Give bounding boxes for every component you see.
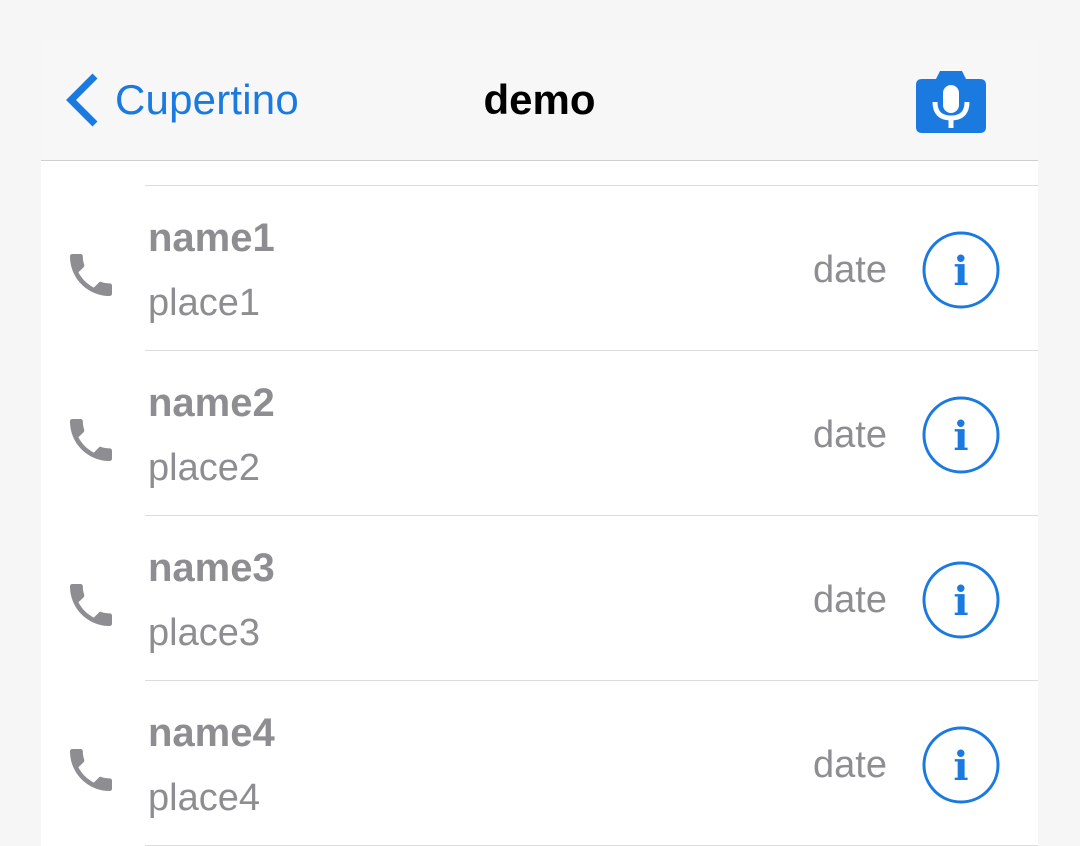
list-item[interactable]: name3 place3 date i: [70, 516, 1038, 681]
page-title: demo: [483, 76, 596, 123]
call-list: name1 place1 date i name2 place2 date i: [41, 161, 1038, 846]
contact-name: name2: [148, 381, 275, 425]
svg-text:i: i: [953, 578, 968, 625]
call-date: date: [813, 414, 887, 456]
contact-name: name4: [148, 711, 275, 755]
info-icon: i: [922, 726, 1000, 804]
list-item[interactable]: name1 place1 date i: [70, 186, 1038, 351]
svg-text:i: i: [953, 248, 968, 295]
contact-name: name3: [148, 546, 275, 590]
info-button[interactable]: i: [921, 230, 1001, 310]
list-top-separator: [145, 161, 1038, 186]
svg-text:i: i: [953, 413, 968, 460]
call-date: date: [813, 579, 887, 621]
list-item[interactable]: name2 place2 date i: [70, 351, 1038, 516]
info-button[interactable]: i: [921, 395, 1001, 475]
contact-place: place2: [148, 447, 260, 489]
call-date: date: [813, 249, 887, 291]
phone-icon: [63, 247, 119, 303]
svg-text:i: i: [953, 743, 968, 790]
camera-mic-icon: [916, 71, 986, 133]
phone-icon: [63, 577, 119, 633]
camera-mic-button[interactable]: [914, 69, 988, 133]
phone-icon: [63, 412, 119, 468]
call-date: date: [813, 744, 887, 786]
info-button[interactable]: i: [921, 560, 1001, 640]
contact-place: place3: [148, 612, 260, 654]
info-icon: i: [922, 561, 1000, 639]
phone-icon: [63, 742, 119, 798]
contact-place: place1: [148, 282, 260, 324]
info-button[interactable]: i: [921, 725, 1001, 805]
contact-name: name1: [148, 216, 275, 260]
contact-place: place4: [148, 777, 260, 819]
info-icon: i: [922, 396, 1000, 474]
app-screen: Cupertino demo name1 place1 date i name2…: [41, 40, 1038, 846]
info-icon: i: [922, 231, 1000, 309]
navigation-bar: Cupertino demo: [41, 40, 1038, 161]
list-item[interactable]: name4 place4 date i: [70, 681, 1038, 846]
